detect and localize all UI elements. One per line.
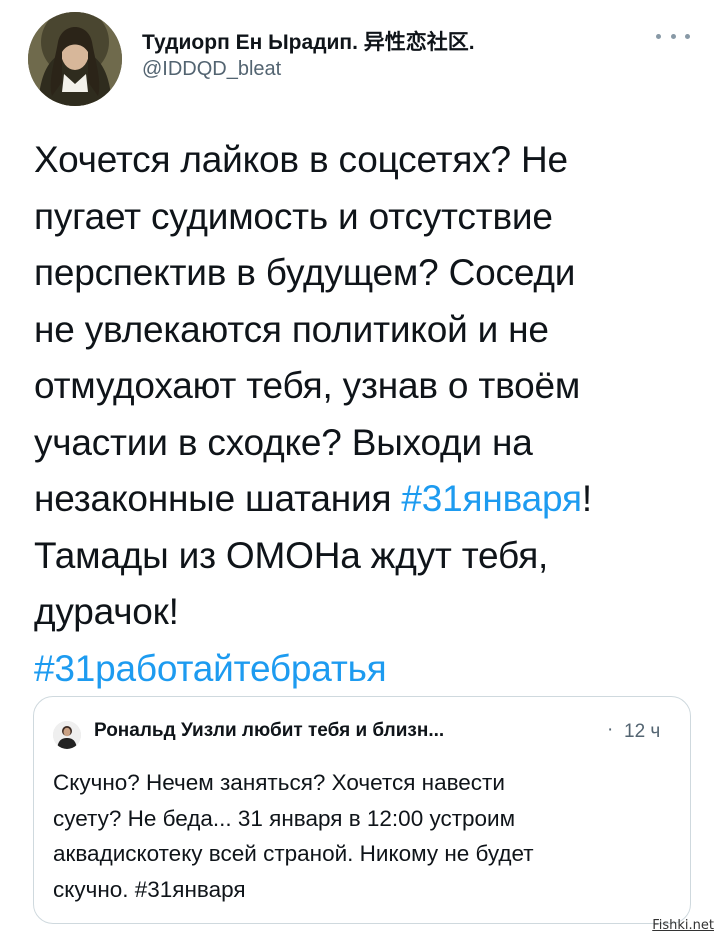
quoted-text-line: скучно. #31января xyxy=(53,876,246,902)
quoted-tweet[interactable]: Рональд Уизли любит тебя и близн... · 12… xyxy=(33,696,691,924)
tweet-text-line: Тамады из ОМОНа ждут тебя, xyxy=(34,528,694,585)
quoted-text-line: Скучно? Нечем заняться? Хочется навести xyxy=(53,770,505,795)
separator-dot: · xyxy=(607,719,614,740)
quoted-author-avatar[interactable] xyxy=(53,721,81,749)
hashtag-link[interactable]: #31января xyxy=(401,478,582,519)
tweet-text: Хочется лайков в соцсетях? Не пугает суди… xyxy=(34,132,694,697)
tweet-text-line: не увлекаются политикой и не xyxy=(34,302,694,359)
tweet-text-line: отмудохают тебя, узнав о твоём xyxy=(34,358,694,415)
tweet-text-line: дурачок! xyxy=(34,584,694,641)
tweet-text-line: Хочется лайков в соцсетях? Не xyxy=(34,132,694,189)
tweet-text-segment: Тамады из ОМОНа ждут тебя, xyxy=(34,534,549,576)
author-handle[interactable]: @IDDQD_bleat xyxy=(142,58,281,81)
quoted-text-line: суету? Не беда... 31 января в 12:00 устр… xyxy=(53,805,516,831)
author-display-name[interactable]: Тудиорп Ен Ырадип. 异性恋社区. xyxy=(142,26,475,56)
tweet-header: Тудиорп Ен Ырадип. 异性恋社区. @IDDQD_bleat xyxy=(28,12,698,108)
quoted-text: Скучно? Нечем заняться? Хочется навести … xyxy=(53,765,673,907)
tweet-text-segment: ! xyxy=(581,478,592,519)
tweet-text-line: участии в сходке? Выходи на xyxy=(34,415,694,472)
watermark: Fishki.net xyxy=(652,918,714,933)
quoted-author-name[interactable]: Рональд Уизли любит тебя и близн... xyxy=(94,720,444,742)
quoted-timestamp[interactable]: 12 ч xyxy=(624,721,660,743)
tweet-text-line: пугает судимость и отсутствие xyxy=(34,189,694,246)
tweet-text-segment: участии в сходке? Выходи на xyxy=(34,421,533,463)
tweet-text-segment: перспектив в будущем? Соседи xyxy=(34,252,576,293)
tweet-text-segment: дурачок! xyxy=(34,591,179,632)
tweet-text-line: перспектив в будущем? Соседи xyxy=(34,245,694,302)
tweet-text-line: незаконные шатания #31января! xyxy=(34,471,694,528)
tweet-text-segment: отмудохают тебя, узнав о твоём xyxy=(34,365,581,406)
quoted-text-line: аквадискотеку всей страной. Никому не бу… xyxy=(53,841,534,866)
tweet-text-line: #31работайтебратья xyxy=(34,641,694,698)
hashtag-link[interactable]: #31работайтебратья xyxy=(34,648,387,689)
author-avatar[interactable] xyxy=(28,12,122,106)
tweet-text-segment: не увлекаются политикой и не xyxy=(34,308,549,350)
tweet-text-segment: незаконные шатания xyxy=(34,478,402,519)
tweet-text-segment: Хочется лайков в соцсетях? Не xyxy=(34,139,568,180)
tweet-text-segment: пугает судимость и отсутствие xyxy=(34,195,553,237)
more-horizontal-icon[interactable] xyxy=(656,26,690,46)
